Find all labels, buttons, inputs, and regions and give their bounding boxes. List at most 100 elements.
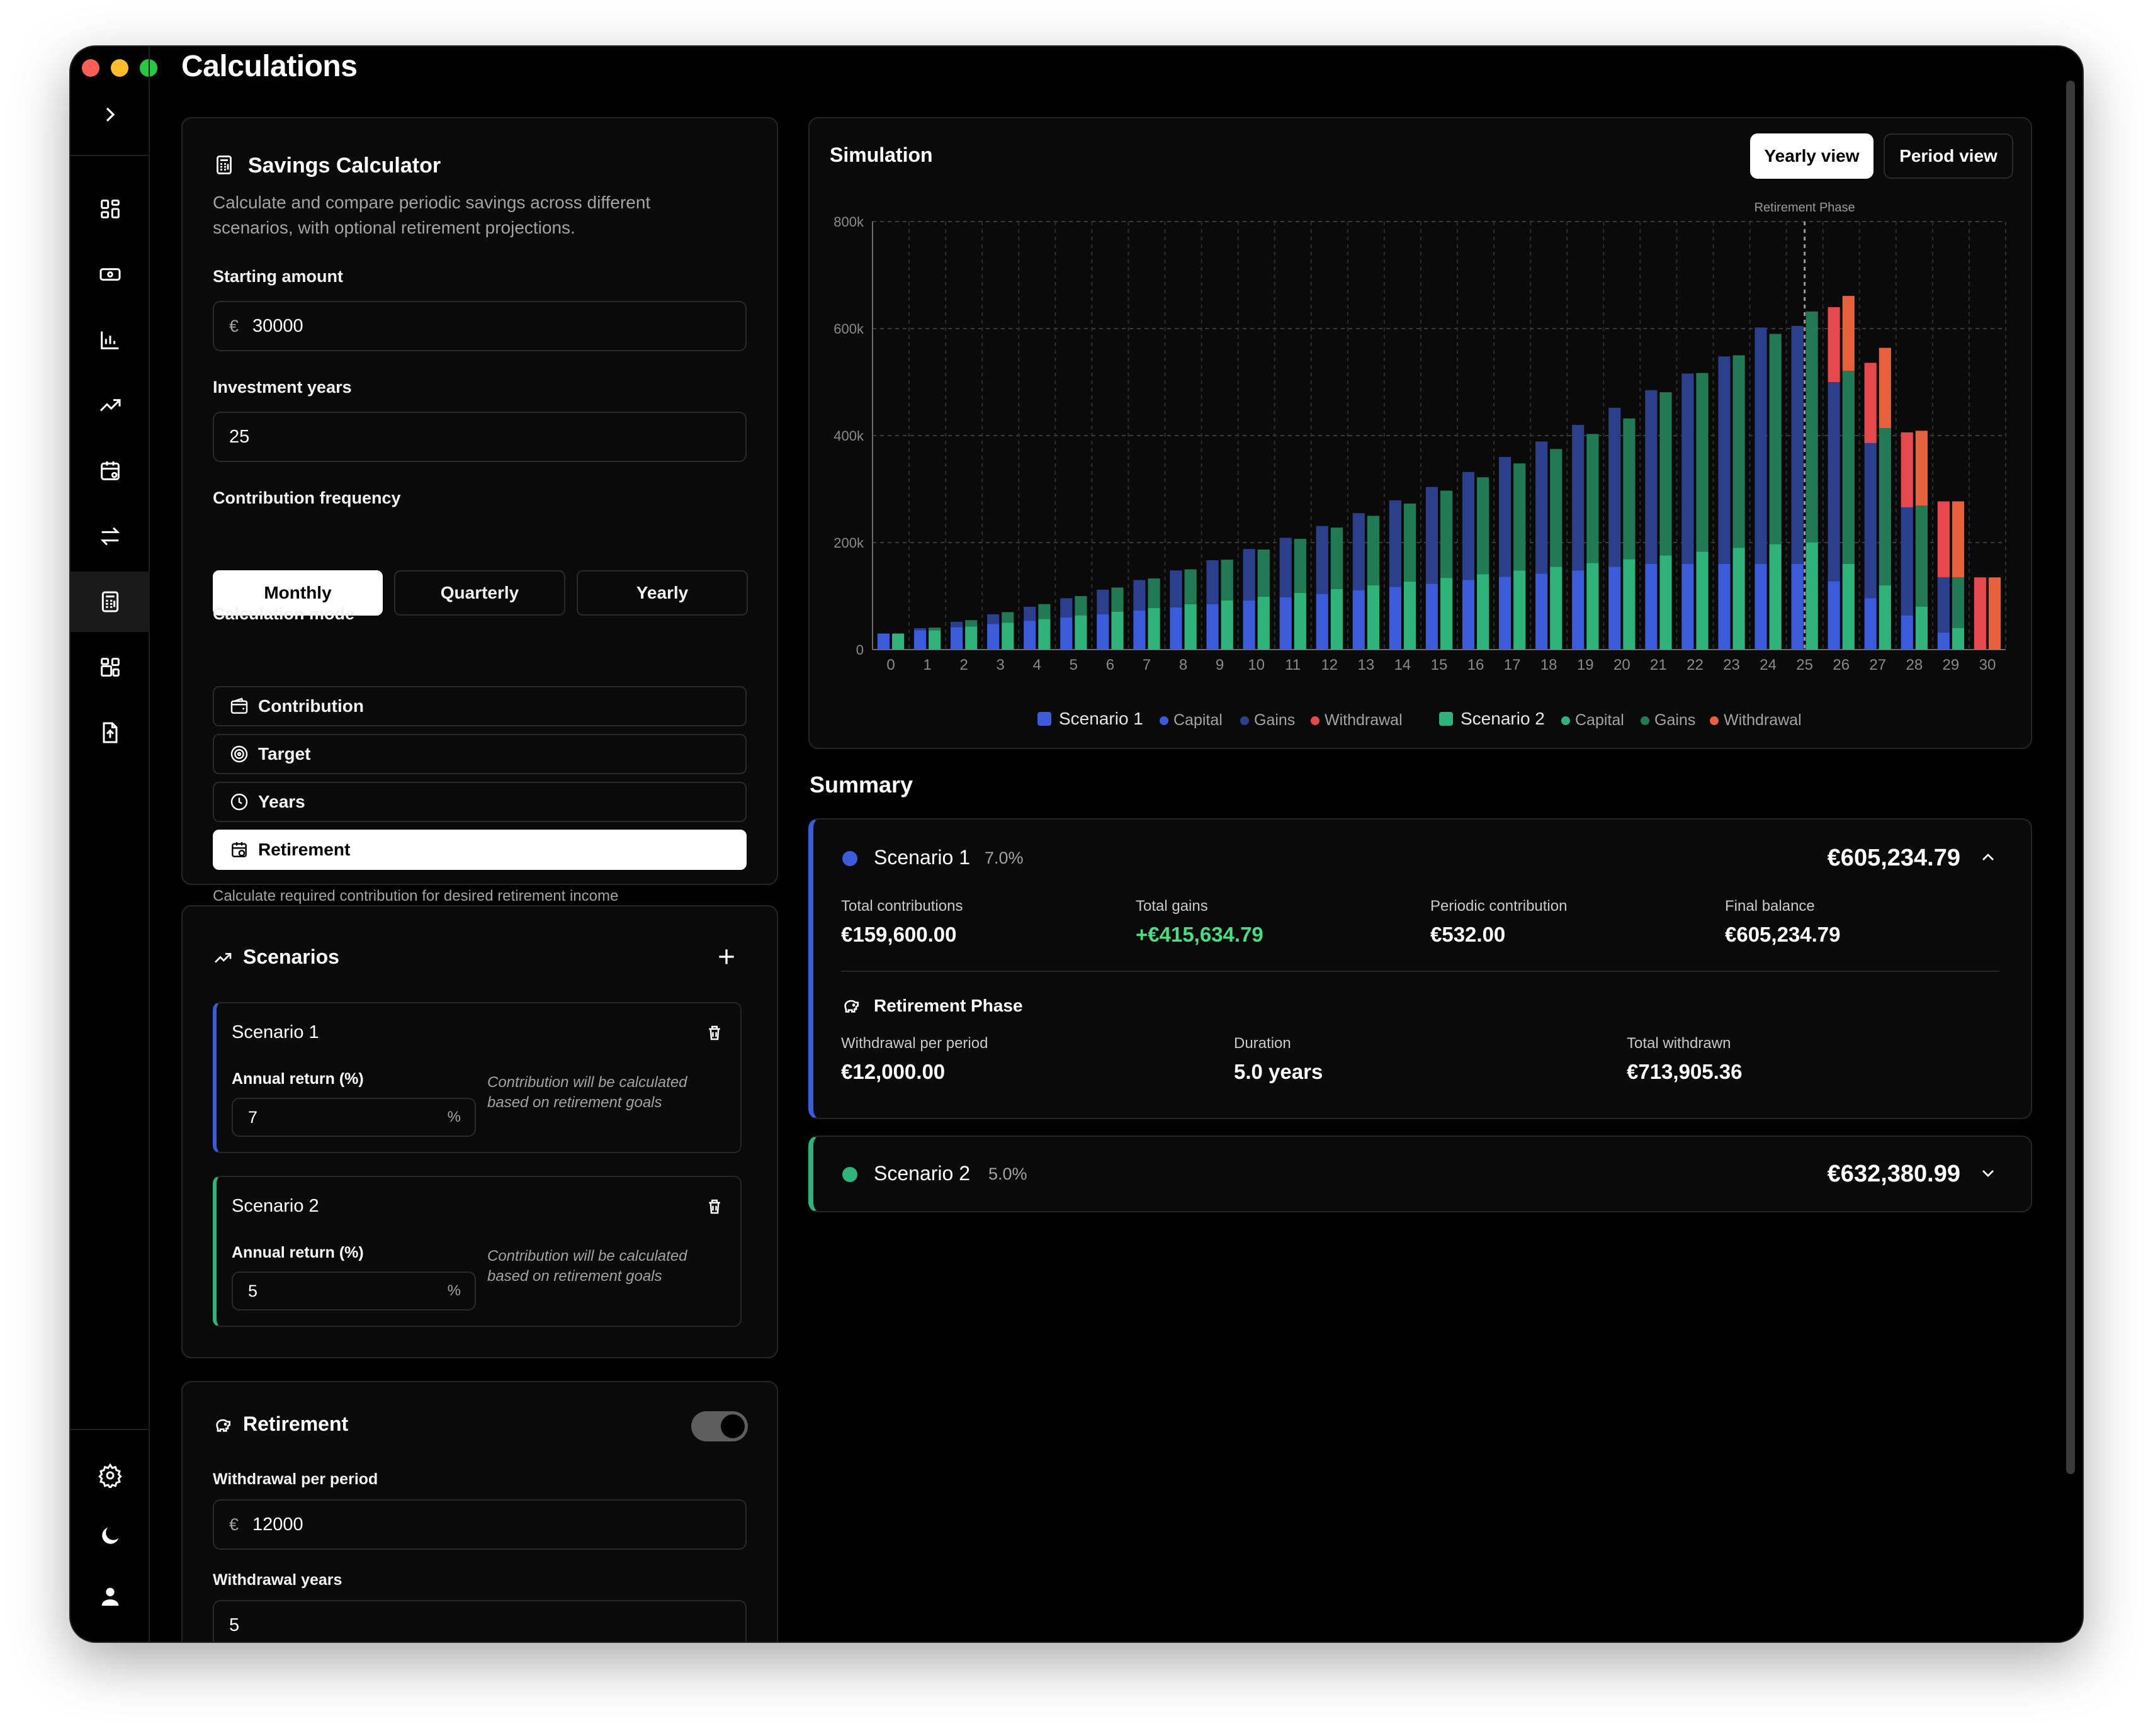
bar-capital (1221, 600, 1233, 650)
bar-gains (1608, 407, 1621, 567)
retirement-title: Retirement (243, 1412, 349, 1435)
mode-contribution-label: Contribution (258, 696, 364, 716)
sidebar-item-dashboard[interactable] (71, 179, 150, 239)
cash-icon (99, 268, 121, 281)
legend-label: Scenario 2 (1461, 709, 1545, 728)
legend-s1-capital[interactable]: Capital (1160, 711, 1223, 730)
x-tick-label: 21 (1650, 657, 1667, 674)
bar-gains (1952, 577, 1965, 628)
investment-years-input[interactable]: 25 (213, 412, 747, 462)
legend-scenario-2[interactable]: Scenario 2 (1439, 709, 1545, 729)
sidebar-item-transfers[interactable] (71, 506, 150, 566)
contribution-frequency-label: Contribution frequency (213, 488, 401, 507)
withdrawal-years-input[interactable]: 5 (213, 1600, 747, 1642)
bar-gains (1586, 434, 1599, 563)
expand-scenario-button[interactable] (1978, 1163, 1998, 1183)
account-button[interactable] (71, 1566, 150, 1626)
trash-icon[interactable] (705, 1197, 724, 1216)
frequency-yearly-button[interactable]: Yearly (577, 570, 748, 616)
percent-unit: % (447, 1108, 461, 1125)
currency-symbol: € (229, 316, 239, 335)
period-view-button[interactable]: Period view (1884, 133, 2013, 179)
percent-unit: % (447, 1282, 461, 1299)
sidebar-expand-button[interactable] (71, 84, 150, 145)
sidebar-item-charts[interactable] (71, 310, 150, 370)
annual-return-label: Annual return (%) (232, 1070, 364, 1088)
yearly-view-button[interactable]: Yearly view (1750, 133, 1873, 179)
annual-return-input[interactable]: 7 % (232, 1098, 476, 1137)
sidebar-item-widgets[interactable] (71, 637, 150, 697)
calculator-description-line1: Calculate and compare periodic savings a… (213, 193, 651, 212)
legend-label: Capital (1575, 711, 1624, 729)
total-withdrawn-label: Total withdrawn (1627, 1035, 1731, 1052)
x-tick-label: 8 (1179, 657, 1187, 674)
theme-toggle-button[interactable] (71, 1506, 150, 1566)
bar-gains (1828, 382, 1840, 582)
bar-gains (1645, 390, 1658, 564)
add-scenario-button[interactable] (714, 944, 739, 969)
legend-s1-gains[interactable]: Gains (1240, 711, 1295, 730)
bar-capital (1952, 628, 1965, 650)
bar-capital (1498, 577, 1512, 650)
sidebar-item-cash[interactable] (71, 244, 150, 305)
legend-dot (1311, 716, 1319, 725)
bar-gains (1170, 570, 1182, 607)
mode-contribution-button[interactable]: Contribution (213, 686, 747, 726)
bar-withdrawal (1988, 577, 2001, 650)
mode-retirement-button[interactable]: Retirement (213, 830, 747, 870)
mode-target-button[interactable]: Target (213, 734, 747, 774)
starting-amount-input[interactable]: € 30000 (213, 301, 747, 351)
bar-gains (1316, 526, 1328, 594)
bar-gains (1002, 612, 1014, 623)
y-tick-label: 0 (856, 642, 864, 658)
bar-gains (1791, 325, 1804, 564)
withdrawal-per-period-input[interactable]: € 12000 (213, 1499, 747, 1550)
legend-s2-withdrawal[interactable]: Withdrawal (1710, 711, 1802, 730)
legend-label: Withdrawal (1325, 711, 1403, 729)
bar-withdrawal (1901, 432, 1913, 507)
bar-capital (1659, 555, 1672, 650)
file-upload-icon (103, 722, 118, 743)
trash-icon[interactable] (705, 1023, 724, 1042)
legend-s2-gains[interactable]: Gains (1641, 711, 1695, 730)
sidebar-item-settings[interactable] (71, 1445, 150, 1506)
legend-scenario-1[interactable]: Scenario 1 (1037, 709, 1143, 729)
bar-gains (1352, 513, 1365, 590)
bar-capital (1828, 581, 1840, 650)
summary-divider (841, 971, 1999, 972)
summary-card-scenario-2[interactable]: Scenario 2 5.0% €632,380.99 (808, 1136, 2032, 1212)
sidebar-item-trends[interactable] (71, 375, 150, 436)
withdrawal-per-period-label: Withdrawal per period (213, 1470, 378, 1488)
mode-years-button[interactable]: Years (213, 782, 747, 822)
bar-capital (1352, 590, 1365, 650)
sidebar-item-calculator[interactable] (71, 572, 150, 632)
x-tick-label: 29 (1943, 657, 1960, 674)
legend-dot (1240, 716, 1249, 725)
bar-gains (1184, 569, 1197, 604)
main-scrollbar[interactable] (2066, 81, 2075, 1474)
investment-years-label: Investment years (213, 378, 352, 397)
legend-swatch (1037, 712, 1051, 726)
annual-return-input[interactable]: 5 % (232, 1271, 476, 1310)
mode-target-label: Target (258, 744, 311, 764)
sidebar-item-calendar[interactable] (71, 441, 150, 501)
bar-capital (877, 633, 890, 650)
bar-gains (1842, 371, 1855, 564)
retirement-toggle[interactable] (691, 1411, 748, 1441)
bar-gains (1937, 577, 1950, 633)
bar-capital (1133, 610, 1146, 650)
calendar-icon (101, 461, 120, 480)
legend-s2-capital[interactable]: Capital (1561, 711, 1624, 730)
annual-return-value: 5 (248, 1281, 258, 1300)
sidebar-item-import[interactable] (71, 702, 150, 763)
scenario-name: Scenario 1 (232, 1022, 319, 1042)
transfer-icon (100, 527, 120, 546)
legend-s1-withdrawal[interactable]: Withdrawal (1311, 711, 1403, 730)
collapse-scenario-button[interactable] (1978, 847, 1998, 867)
sidebar-divider-bottom (71, 1429, 150, 1430)
summary-card-scenario-1: Scenario 1 7.0% €605,234.79 Total contri… (808, 818, 2032, 1119)
y-tick-label: 600k (834, 321, 864, 337)
frequency-quarterly-button[interactable]: Quarterly (394, 570, 565, 616)
bar-gains (1550, 449, 1562, 567)
scenario-color-dot (842, 1167, 857, 1182)
